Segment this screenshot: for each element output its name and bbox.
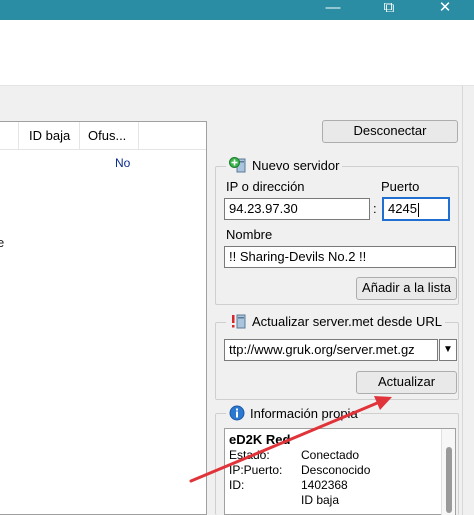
red-arrow-annotation	[189, 396, 392, 483]
